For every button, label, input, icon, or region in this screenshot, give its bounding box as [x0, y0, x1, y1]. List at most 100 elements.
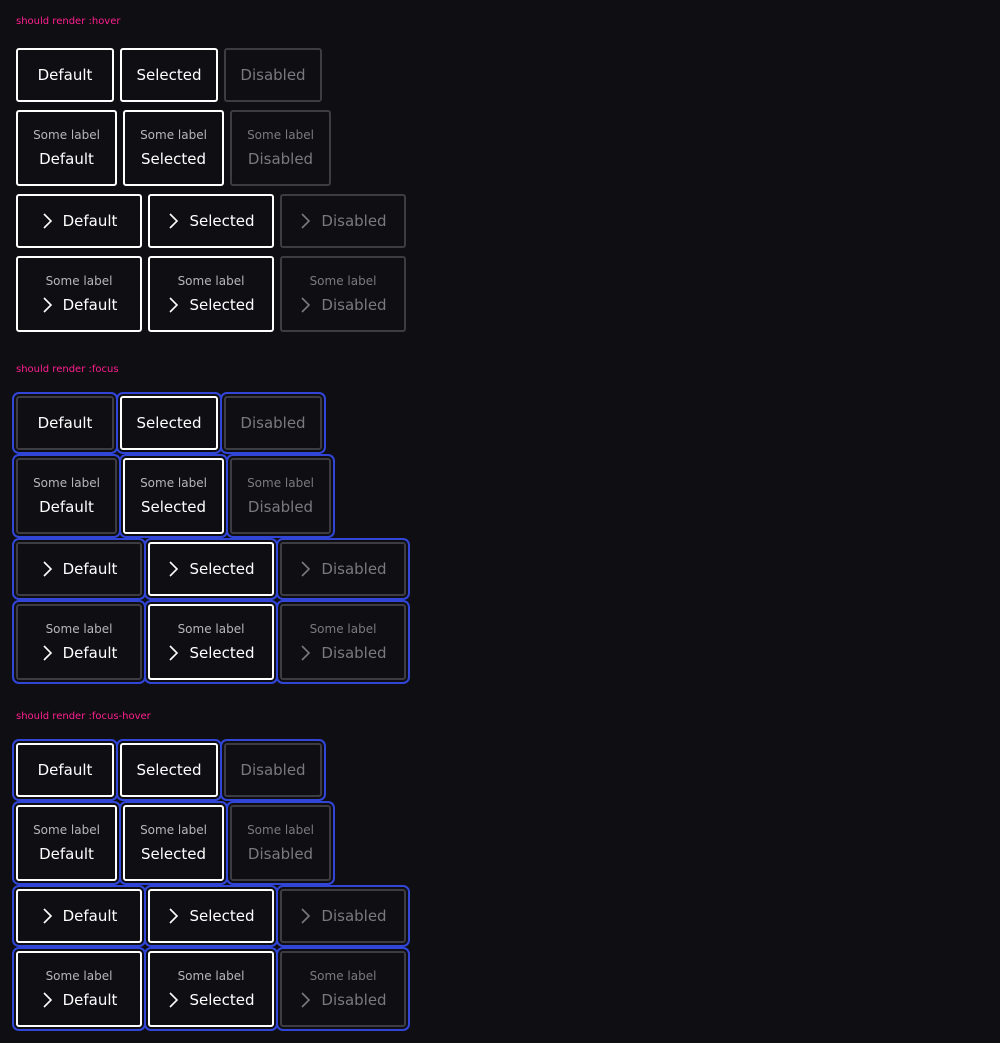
disabled-button[interactable]: Disabled: [224, 743, 322, 797]
button-label: Default: [39, 150, 94, 168]
chevron-right-icon: [167, 297, 179, 313]
button-sublabel: Some label: [247, 823, 314, 837]
chevron-right-icon: [167, 645, 179, 661]
disabled-button[interactable]: Disabled: [224, 396, 322, 450]
chevron-right-icon: [41, 908, 53, 924]
button-main: Selected: [141, 150, 206, 168]
selected-button[interactable]: Selected: [148, 889, 274, 943]
selected-button[interactable]: Selected: [120, 396, 218, 450]
disabled-button[interactable]: Some label Disabled: [230, 110, 331, 186]
button-main: Disabled: [248, 845, 313, 863]
disabled-button[interactable]: Some label Disabled: [230, 458, 331, 534]
button-main: Selected: [167, 212, 255, 230]
button-label: Selected: [140, 845, 207, 863]
selected-button[interactable]: Selected: [120, 48, 218, 102]
disabled-button[interactable]: Disabled: [280, 889, 406, 943]
button-main: Default: [39, 150, 94, 168]
button-label: Disabled: [240, 414, 306, 432]
default-button[interactable]: Default: [16, 743, 114, 797]
button-label: Selected: [189, 991, 255, 1009]
disabled-button[interactable]: Disabled: [224, 48, 322, 102]
button-label: Disabled: [321, 560, 387, 578]
button-main: Selected: [167, 644, 255, 662]
chevron-right-icon: [167, 908, 179, 924]
button-label: Default: [62, 212, 118, 230]
default-button[interactable]: Some label Default: [16, 256, 142, 332]
chevron-right-icon: [41, 213, 53, 229]
button-label: Default: [62, 907, 118, 925]
button-sublabel: Some label: [177, 969, 245, 983]
selected-button[interactable]: Some label Selected: [148, 951, 274, 1027]
button-label: Disabled: [321, 212, 387, 230]
selected-button[interactable]: Selected: [148, 194, 274, 248]
button-main: Default: [41, 907, 118, 925]
button-label: Disabled: [240, 66, 306, 84]
selected-button[interactable]: Some label Selected: [148, 604, 274, 680]
button-label: Disabled: [321, 644, 387, 662]
button-main: Disabled: [299, 560, 387, 578]
button-main: Selected: [167, 991, 255, 1009]
default-button[interactable]: Default: [16, 396, 114, 450]
button-main: Selected: [167, 560, 255, 578]
button-main: Selected: [167, 907, 255, 925]
button-main: Selected: [167, 296, 255, 314]
button-main: Default: [41, 560, 118, 578]
chevron-right-icon: [41, 297, 53, 313]
button-main: Selected: [136, 761, 201, 779]
chevron-right-icon: [299, 908, 311, 924]
disabled-button[interactable]: Disabled: [280, 194, 406, 248]
button-label: Disabled: [321, 296, 387, 314]
selected-button[interactable]: Selected: [120, 743, 218, 797]
disabled-button[interactable]: Disabled: [280, 542, 406, 596]
chevron-right-icon: [41, 992, 53, 1008]
button-label: Disabled: [247, 498, 314, 516]
default-button[interactable]: Some label Default: [16, 951, 142, 1027]
default-button[interactable]: Some label Default: [16, 458, 117, 534]
button-sublabel: Some label: [309, 622, 377, 636]
default-button[interactable]: Some label Default: [16, 805, 117, 881]
selected-button[interactable]: Some label Selected: [123, 805, 224, 881]
button-sublabel: Some label: [140, 128, 207, 142]
chevron-right-icon: [41, 561, 53, 577]
button-label: Selected: [136, 761, 202, 779]
button-main: Disabled: [299, 907, 387, 925]
selected-button[interactable]: Some label Selected: [123, 458, 224, 534]
default-button[interactable]: Default: [16, 48, 114, 102]
button-main: Default: [38, 414, 93, 432]
button-main: Default: [38, 761, 93, 779]
button-label: Selected: [189, 907, 255, 925]
button-label: Default: [62, 644, 118, 662]
button-sublabel: Some label: [33, 128, 100, 142]
default-button[interactable]: Default: [16, 889, 142, 943]
chevron-right-icon: [299, 645, 311, 661]
button-main: Disabled: [299, 212, 387, 230]
chevron-right-icon: [299, 992, 311, 1008]
button-sublabel: Some label: [45, 969, 113, 983]
button-main: Disabled: [240, 761, 305, 779]
button-main: Default: [39, 498, 94, 516]
chevron-right-icon: [41, 645, 53, 661]
button-label: Disabled: [321, 907, 387, 925]
default-button[interactable]: Default: [16, 542, 142, 596]
button-main: Selected: [136, 414, 201, 432]
disabled-button[interactable]: Some label Disabled: [280, 951, 406, 1027]
section-title: should render :hover: [16, 16, 121, 27]
button-main: Selected: [141, 845, 206, 863]
button-main: Default: [41, 644, 118, 662]
button-sublabel: Some label: [309, 969, 377, 983]
default-button[interactable]: Some label Default: [16, 604, 142, 680]
section-title: should render :focus-hover: [16, 711, 151, 722]
default-button[interactable]: Some label Default: [16, 110, 117, 186]
button-label: Default: [62, 560, 118, 578]
button-main: Disabled: [240, 414, 305, 432]
selected-button[interactable]: Selected: [148, 542, 274, 596]
disabled-button[interactable]: Some label Disabled: [280, 256, 406, 332]
button-main: Disabled: [299, 991, 387, 1009]
selected-button[interactable]: Some label Selected: [123, 110, 224, 186]
button-label: Selected: [189, 296, 255, 314]
disabled-button[interactable]: Some label Disabled: [280, 604, 406, 680]
selected-button[interactable]: Some label Selected: [148, 256, 274, 332]
button-main: Default: [39, 845, 94, 863]
default-button[interactable]: Default: [16, 194, 142, 248]
disabled-button[interactable]: Some label Disabled: [230, 805, 331, 881]
